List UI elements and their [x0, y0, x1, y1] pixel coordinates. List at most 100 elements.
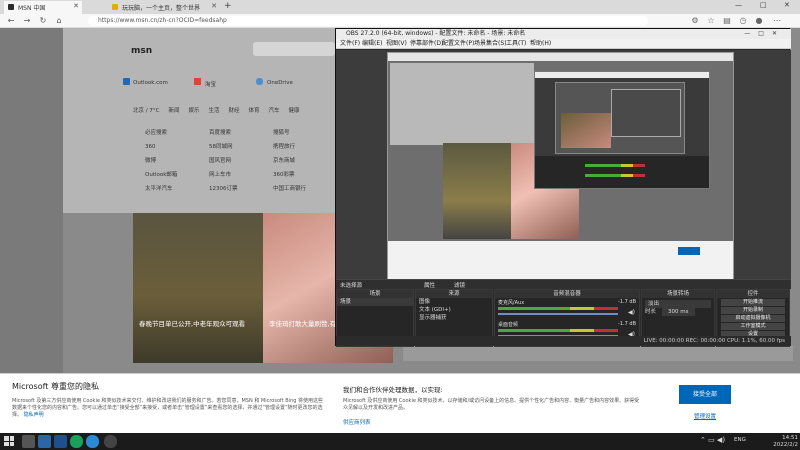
scene-item[interactable]: 场景	[337, 298, 413, 306]
category-weather[interactable]: 北京 / 7°C	[133, 106, 159, 116]
mic-volume-slider[interactable]	[498, 313, 618, 315]
windows-taskbar: ⌃ ▭ ◀) ENG 14:51 2022/2/2	[0, 433, 800, 450]
app-icon-green[interactable]	[70, 435, 83, 448]
menu-tools[interactable]: 工具(T)	[506, 39, 526, 49]
maximize-button[interactable]: □	[760, 1, 767, 9]
browser-tab-msn[interactable]: MSN 中国 ✕	[4, 1, 82, 14]
task-view-icon[interactable]	[22, 435, 35, 448]
desktop-audio-db: -1.7 dB	[618, 321, 636, 327]
refresh-icon[interactable]: ↻	[38, 16, 48, 26]
history-icon[interactable]: ◷	[738, 16, 748, 26]
more-menu-icon[interactable]: ⋯	[772, 16, 782, 26]
vendor-list-link[interactable]: 供应商列表	[343, 418, 371, 426]
home-icon[interactable]: ⌂	[54, 16, 64, 26]
obs-taskbar-icon[interactable]	[104, 435, 117, 448]
obs-window-controls[interactable]: —□✕	[744, 29, 785, 39]
profile-icon[interactable]: ●	[754, 16, 764, 26]
menu-scene-collection[interactable]: 场景集合(S)	[474, 39, 507, 49]
taobao-icon	[194, 78, 201, 85]
capture-meter	[585, 174, 645, 177]
obs-status-bar: LIVE: 00:00:00 REC: 00:00:00 CPU: 1.1%, …	[336, 336, 791, 346]
category-auto[interactable]: 汽车	[269, 106, 280, 116]
controls-dock-title: 控件	[717, 290, 789, 298]
outlook-icon	[123, 78, 130, 85]
source-item-display[interactable]: 显示器捕获	[416, 314, 492, 322]
clock[interactable]: 14:51 2022/2/2	[718, 435, 798, 448]
quick-link-taobao[interactable]: 淘宝	[205, 80, 216, 88]
menu-help[interactable]: 帮助(H)	[530, 39, 551, 49]
forward-icon[interactable]: →	[22, 16, 32, 26]
accept-all-button[interactable]: 接受全部	[679, 385, 731, 404]
properties-button[interactable]: 属性	[424, 281, 435, 289]
category-health[interactable]: 健康	[289, 106, 300, 116]
news-headline-1[interactable]: 春晚节目单已公开,中老年观众可观看	[139, 318, 257, 328]
quick-link-onedrive[interactable]: OneDrive	[267, 80, 293, 86]
url-field[interactable]: https://www.msn.cn/zh-cn?OCID=feedsahp	[88, 16, 648, 26]
start-streaming-button[interactable]: 开始推流	[721, 299, 785, 306]
source-item-text[interactable]: 文本 (GDI+)	[416, 306, 492, 314]
obs-window: OBS 27.2.0 (64-bit, windows) - 配置文件: 未命名…	[335, 28, 791, 347]
category-sports[interactable]: 体育	[249, 106, 260, 116]
privacy-body: Microsoft 及第三方供应商使用 Cookie 和类似技术来交付、维护和改…	[12, 398, 327, 419]
duration-input[interactable]: 300 ms	[662, 308, 695, 316]
source-toolbar: 未选择源 属性 滤镜	[336, 279, 791, 289]
start-recording-button[interactable]: 开始录制	[721, 307, 785, 314]
app-icon[interactable]	[54, 435, 67, 448]
category-news[interactable]: 新闻	[168, 106, 179, 116]
preview-canvas[interactable]	[387, 52, 734, 280]
news-card-image-1[interactable]: 春晚节目单已公开,中老年观众可观看	[133, 213, 263, 363]
mic-db: -1.7 dB	[618, 299, 636, 305]
browser-tab-bar: MSN 中国 ✕ 玩玩脑，一个主页，整个世界 ✕ + — □ ✕	[0, 0, 800, 14]
menu-profile[interactable]: 配置文件(P)	[442, 39, 474, 49]
privacy-body-text: Microsoft 及第三方供应商使用 Cookie 和类似技术来交付、维护和改…	[12, 398, 323, 418]
link-row: 微博 国风官网 京东商城	[145, 158, 296, 164]
start-icon[interactable]	[4, 436, 14, 446]
menu-docks[interactable]: 停靠部件(D)	[410, 39, 443, 49]
filters-button[interactable]: 滤镜	[454, 281, 465, 289]
link-grid: 必应搜索 百度搜索 搜狐号 360 58同城网 携程旅行 微博 国风官网 京东商城 Outl…	[145, 126, 335, 196]
capture-obs-title	[535, 72, 709, 78]
favorites-icon[interactable]: ☆	[706, 16, 716, 26]
partners-title: 我们和合作伙伴处理数据，以实现:	[343, 386, 443, 394]
address-toolbar: ← → ↻ ⌂ https://www.msn.cn/zh-cn?OCID=fe…	[0, 14, 800, 28]
menu-file[interactable]: 文件(F)	[340, 39, 360, 49]
mic-mute-icon[interactable]: ◀)	[628, 309, 635, 316]
manage-settings-link[interactable]: 管理设置	[679, 412, 731, 420]
desktop-audio-label: 桌面音频	[498, 322, 519, 328]
privacy-banner: Microsoft 尊重您的隐私 Microsoft 及第三方供应商使用 Coo…	[0, 373, 800, 433]
search-input[interactable]	[253, 42, 335, 56]
capture-nested-image	[561, 113, 611, 148]
category-life[interactable]: 生活	[208, 106, 219, 116]
close-window-button[interactable]: ✕	[784, 1, 790, 9]
collections-icon[interactable]: ▤	[722, 16, 732, 26]
quick-link-outlook[interactable]: Outlook.com	[133, 80, 168, 86]
page-favicon	[112, 4, 118, 10]
source-item-image[interactable]: 图像	[416, 298, 492, 306]
transition-duration-row: 时长 300 ms	[642, 308, 714, 316]
category-ent[interactable]: 娱乐	[188, 106, 199, 116]
back-icon[interactable]: ←	[6, 16, 16, 26]
transition-select[interactable]: 淡出	[645, 300, 711, 308]
transitions-dock-title: 场景转场	[642, 290, 714, 298]
studio-mode-button[interactable]: 工作室模式	[721, 323, 785, 330]
desktop-meter	[498, 329, 618, 332]
capture-browser-bar	[388, 53, 733, 61]
extensions-icon[interactable]: ⚙	[690, 16, 700, 26]
start-virtual-camera-button[interactable]: 启动虚拟摄像机	[721, 315, 785, 322]
browser-tab-second[interactable]: 玩玩脑，一个主页，整个世界 ✕	[108, 1, 220, 14]
close-tab-icon[interactable]: ✕	[211, 2, 217, 10]
close-tab-icon[interactable]: ✕	[73, 2, 79, 10]
menu-view[interactable]: 视图(V)	[386, 39, 407, 49]
capture-msn-area	[390, 63, 534, 145]
privacy-statement-link[interactable]: 隐私声明	[24, 412, 44, 418]
mic-label: 麦克风/Aux	[498, 300, 525, 306]
new-tab-button[interactable]: +	[224, 1, 232, 11]
news-thumbnail-strip	[403, 345, 793, 361]
category-finance[interactable]: 财经	[229, 106, 240, 116]
steam-icon[interactable]	[38, 435, 51, 448]
menu-edit[interactable]: 编辑(E)	[362, 39, 382, 49]
edge-icon[interactable]	[86, 435, 99, 448]
capture-nested-window	[611, 89, 681, 137]
capture-obs-preview	[555, 82, 685, 154]
minimize-button[interactable]: —	[735, 1, 742, 9]
